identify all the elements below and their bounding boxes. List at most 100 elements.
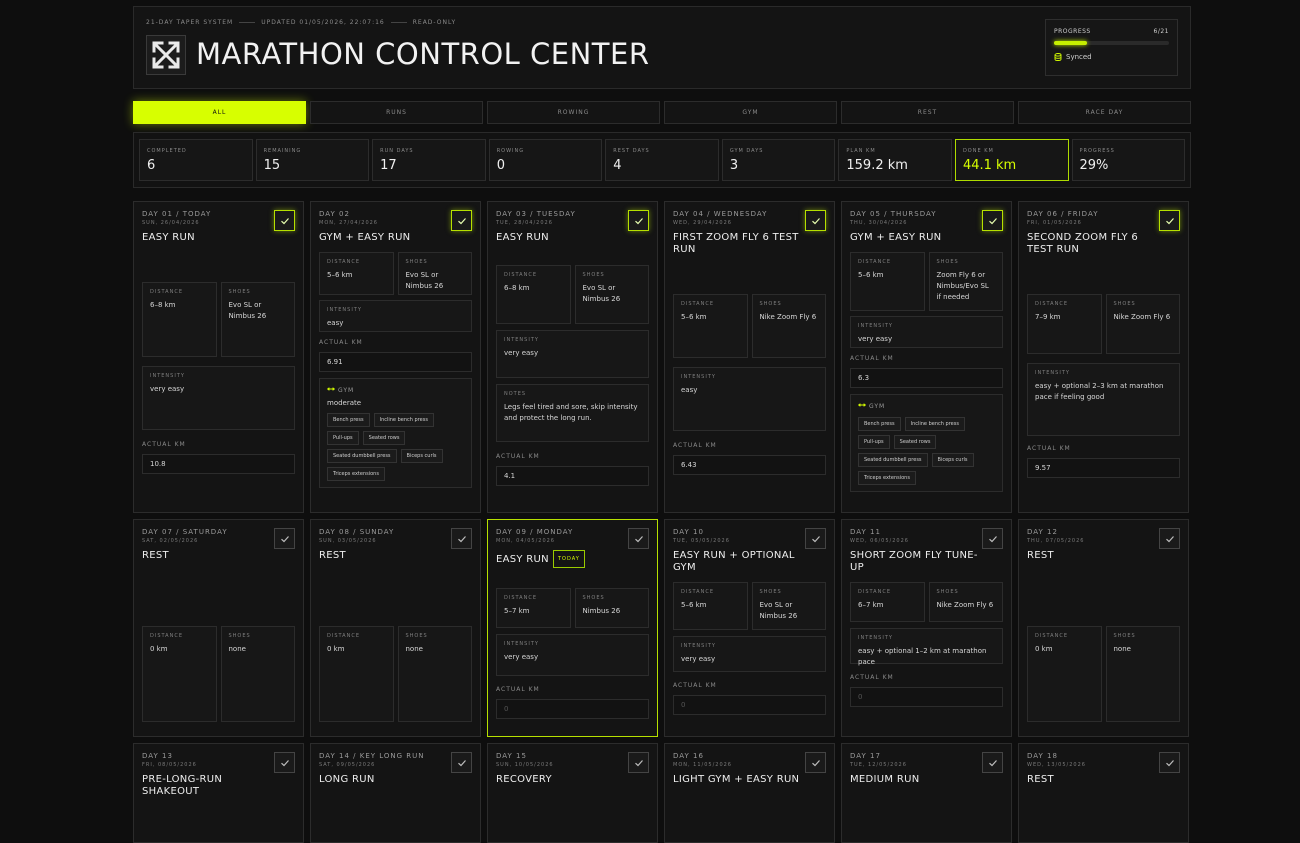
day-date: SUN, 03/05/2026 [319, 538, 377, 544]
distance-label: DISTANCE [681, 589, 714, 595]
complete-checkbox[interactable] [982, 528, 1003, 549]
day-card[interactable]: DAY 11 WED, 06/05/2026 SHORT ZOOM FLY TUNE… [841, 519, 1012, 737]
day-card[interactable]: DAY 15 SUN, 10/05/2026 RECOVERY [487, 743, 658, 843]
intensity-label: INTENSITY [504, 337, 539, 343]
day-card[interactable]: DAY 02 MON, 27/04/2026 GYM + EASY RUN DISTA… [310, 201, 481, 513]
day-label: DAY 04 / WEDNESDAY [673, 210, 768, 218]
day-card[interactable]: DAY 06 / FRIDAY FRI, 01/05/2026 SECOND ZOO… [1018, 201, 1189, 513]
exercise-chip: Incline bench press [373, 413, 434, 427]
actual-km-input[interactable]: 9.57 [1027, 458, 1180, 478]
day-card[interactable]: DAY 07 / SATURDAY SAT, 02/05/2026 REST DIST… [133, 519, 304, 737]
tab-race-day[interactable]: RACE DAY [1018, 101, 1191, 124]
stat-label: REMAINING [263, 148, 302, 154]
day-card[interactable]: DAY 03 / TUESDAY TUE, 28/04/2026 EASY RUN D… [487, 201, 658, 513]
intensity-value: easy [681, 386, 698, 394]
day-date: SUN, 10/05/2026 [496, 762, 554, 768]
actual-km-input[interactable]: 10.8 [142, 454, 295, 474]
actual-km-label: ACTUAL KM [142, 441, 186, 448]
intensity-label: INTENSITY [150, 373, 185, 379]
actual-km-input[interactable]: 6.91 [319, 352, 472, 372]
workout-title: LIGHT GYM + EASY RUN [673, 774, 803, 786]
day-card[interactable]: DAY 08 / SUNDAY SUN, 03/05/2026 REST DISTAN… [310, 519, 481, 737]
day-card[interactable]: DAY 10 TUE, 05/05/2026 EASY RUN + OPTIONAL… [664, 519, 835, 737]
actual-km-input[interactable]: 4.1 [496, 466, 649, 486]
complete-checkbox[interactable] [1159, 528, 1180, 549]
day-label: DAY 08 / SUNDAY [319, 528, 395, 536]
complete-checkbox[interactable] [274, 752, 295, 773]
day-card[interactable]: DAY 09 / MONDAY MON, 04/05/2026 EASY RUN TO… [487, 519, 658, 737]
day-date: WED, 06/05/2026 [850, 538, 909, 544]
intensity-label: INTENSITY [858, 323, 893, 329]
stat-label: GYM DAYS [729, 148, 764, 154]
distance-shoes-pair: DISTANCE 6–8 km SHOES Evo SL or Nimbus 26 [496, 265, 649, 324]
workout-title-text: EASY RUN [496, 232, 549, 243]
tab-all[interactable]: ALL [133, 101, 306, 124]
complete-checkbox[interactable] [982, 210, 1003, 231]
workout-title-text: SHORT ZOOM FLY TUNE-UP [850, 550, 978, 573]
day-card[interactable]: DAY 13 FRI, 08/05/2026 PRE-LONG-RUN SHAKEO… [133, 743, 304, 843]
complete-checkbox[interactable] [805, 210, 826, 231]
day-label: DAY 03 / TUESDAY [496, 210, 576, 218]
complete-checkbox[interactable] [274, 528, 295, 549]
stat-card: ROWING 0 [488, 139, 603, 181]
tab-runs[interactable]: RUNS [310, 101, 483, 124]
shoes-box: SHOES Evo SL or Nimbus 26 [220, 282, 295, 357]
complete-checkbox[interactable] [274, 210, 295, 231]
complete-checkbox[interactable] [1159, 752, 1180, 773]
day-date: TUE, 28/04/2026 [496, 220, 553, 226]
day-label: DAY 16 [673, 752, 704, 760]
complete-checkbox[interactable] [451, 528, 472, 549]
complete-checkbox[interactable] [451, 210, 472, 231]
shoes-value: Evo SL or Nimbus 26 [759, 601, 798, 620]
checkmark-icon [1165, 759, 1174, 766]
day-card[interactable]: DAY 18 WED, 13/05/2026 REST [1018, 743, 1189, 843]
checkmark-icon [280, 217, 289, 224]
shoes-label: SHOES [228, 289, 251, 295]
distance-shoes-pair: DISTANCE 5–6 km SHOES Zoom Fly 6 or Nimbus/… [850, 252, 1003, 311]
complete-checkbox[interactable] [982, 752, 1003, 773]
shoes-value: Nike Zoom Fly 6 [936, 601, 994, 609]
actual-km-input[interactable]: 6.3 [850, 368, 1003, 388]
stat-label: DONE KM [962, 148, 994, 154]
actual-km-input[interactable]: 0 [673, 695, 826, 715]
intensity-label: INTENSITY [858, 635, 893, 641]
tab-rowing[interactable]: ROWING [487, 101, 660, 124]
intensity-box: INTENSITY easy [673, 367, 826, 431]
tab-rest[interactable]: REST [841, 101, 1014, 124]
distance-label: DISTANCE [150, 289, 183, 295]
complete-checkbox[interactable] [805, 752, 826, 773]
workout-title: REST [319, 550, 449, 562]
day-card[interactable]: DAY 04 / WEDNESDAY WED, 29/04/2026 FIRST Z… [664, 201, 835, 513]
workout-title: SHORT ZOOM FLY TUNE-UP [850, 550, 980, 574]
actual-km-input[interactable]: 6.43 [673, 455, 826, 475]
day-date: SAT, 02/05/2026 [142, 538, 199, 544]
distance-value: 7–9 km [1035, 313, 1061, 321]
complete-checkbox[interactable] [451, 752, 472, 773]
complete-checkbox[interactable] [1159, 210, 1180, 231]
stat-value: 159.2 km [846, 158, 908, 173]
system-label: 21-DAY TAPER SYSTEM [146, 19, 234, 26]
complete-checkbox[interactable] [805, 528, 826, 549]
shoes-box: SHOES Evo SL or Nimbus 26 [574, 265, 649, 324]
actual-km-input[interactable]: 0 [850, 687, 1003, 707]
complete-checkbox[interactable] [628, 210, 649, 231]
day-date: SAT, 09/05/2026 [319, 762, 376, 768]
checkmark-icon [1165, 535, 1174, 542]
distance-value: 0 km [327, 645, 345, 653]
shoes-label: SHOES [228, 633, 251, 639]
workout-title-text: LONG RUN [319, 774, 375, 785]
day-card[interactable]: DAY 17 TUE, 12/05/2026 MEDIUM RUN [841, 743, 1012, 843]
day-card[interactable]: DAY 16 MON, 11/05/2026 LIGHT GYM + EASY RU… [664, 743, 835, 843]
tab-gym[interactable]: GYM [664, 101, 837, 124]
day-card[interactable]: DAY 12 THU, 07/05/2026 REST DISTANCE 0 km SHO… [1018, 519, 1189, 737]
complete-checkbox[interactable] [628, 528, 649, 549]
complete-checkbox[interactable] [628, 752, 649, 773]
day-card[interactable]: DAY 01 / TODAY SUN, 26/04/2026 EASY RUN DIS… [133, 201, 304, 513]
actual-km-input[interactable]: 0 [496, 699, 649, 719]
day-card[interactable]: DAY 14 / KEY LONG RUN SAT, 09/05/2026 LONG… [310, 743, 481, 843]
distance-shoes-pair: DISTANCE 0 km SHOES none [319, 626, 472, 722]
day-card[interactable]: DAY 05 / THURSDAY THU, 30/04/2026 GYM + EA… [841, 201, 1012, 513]
checkmark-icon [280, 535, 289, 542]
stat-card: COMPLETED 6 [139, 139, 253, 181]
distance-value: 5–6 km [681, 313, 707, 321]
